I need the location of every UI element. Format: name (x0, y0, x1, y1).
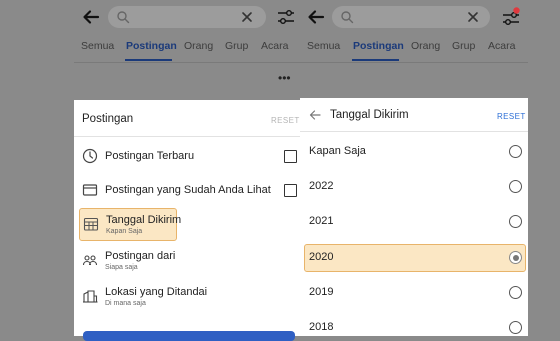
date-option-label: Kapan Saja (309, 145, 366, 157)
search-icon (341, 11, 354, 24)
tabs-divider (300, 62, 528, 63)
building-icon (83, 290, 98, 303)
filter-sliders-icon[interactable] (276, 7, 296, 27)
clock-icon (82, 148, 98, 164)
filter-option-value: Kapan Saja (106, 228, 143, 235)
back-arrow-icon[interactable] (309, 109, 321, 121)
tab-postingan[interactable]: Postingan (126, 40, 177, 52)
tab-grup[interactable]: Grup (452, 40, 475, 52)
filter-option-label: Tanggal Dikirim (106, 214, 182, 226)
people-icon (82, 255, 98, 266)
date-option-2020[interactable]: 2020 (304, 244, 526, 272)
search-input[interactable] (332, 6, 490, 28)
calendar-icon (83, 217, 99, 231)
active-tab-indicator (125, 59, 172, 61)
date-option-label: 2018 (309, 321, 334, 333)
radio-button-selected[interactable] (509, 251, 522, 264)
date-posted-sheet: Tanggal Dikirim RESET Kapan Saja 2022 20… (300, 98, 528, 336)
back-arrow-icon[interactable] (307, 8, 325, 26)
date-option-label: 2019 (309, 286, 334, 298)
filter-sliders-icon[interactable] (501, 7, 521, 27)
radio-button[interactable] (509, 180, 522, 193)
filter-option-label: Postingan Terbaru (105, 150, 195, 162)
filter-option-date-posted[interactable]: Tanggal Dikirim Kapan Saja (79, 208, 181, 241)
date-option-any-time[interactable]: Kapan Saja (300, 139, 528, 165)
reset-button[interactable]: RESET (497, 112, 526, 121)
tab-semua[interactable]: Semua (81, 40, 114, 52)
search-tabs: Semua Postingan Orang Grup Acara (300, 40, 560, 61)
search-tabs: Semua Postingan Orang Grup Acara (0, 40, 300, 61)
radio-button[interactable] (509, 145, 522, 158)
checkbox[interactable] (284, 150, 297, 163)
filter-option-label: Postingan yang Sudah Anda Lihat (105, 184, 271, 196)
tab-orang[interactable]: Orang (411, 40, 440, 52)
active-tab-indicator (352, 59, 399, 61)
filter-option-recent-posts[interactable]: Postingan Terbaru (74, 141, 300, 171)
date-option-label: 2021 (309, 215, 334, 227)
search-icon (117, 11, 130, 24)
filter-option-value: Di mana saja (105, 300, 146, 307)
filter-option-value: Siapa saja (105, 264, 138, 271)
radio-button[interactable] (509, 321, 522, 334)
filter-sheet-title: Postingan (82, 113, 134, 125)
reset-button[interactable]: RESET (271, 116, 300, 125)
date-option-label: 2022 (309, 180, 334, 192)
radio-button[interactable] (509, 215, 522, 228)
filter-option-tagged-location[interactable]: Lokasi yang Ditandai Di mana saja (74, 281, 300, 311)
date-option-2022[interactable]: 2022 (300, 174, 528, 200)
date-option-2021[interactable]: 2021 (300, 209, 528, 235)
date-sheet-header: Tanggal Dikirim RESET (300, 98, 528, 132)
close-icon[interactable] (466, 10, 480, 24)
radio-button[interactable] (509, 286, 522, 299)
tab-orang[interactable]: Orang (184, 40, 213, 52)
checkbox[interactable] (284, 184, 297, 197)
left-search-bar (0, 0, 300, 34)
filter-option-seen-posts[interactable]: Postingan yang Sudah Anda Lihat (74, 175, 300, 205)
right-search-bar (300, 0, 560, 34)
tab-acara[interactable]: Acara (261, 40, 288, 52)
tab-semua[interactable]: Semua (307, 40, 340, 52)
show-results-button[interactable] (83, 331, 295, 341)
back-arrow-icon[interactable] (82, 8, 100, 26)
filter-sheet-header: Postingan RESET (74, 100, 300, 137)
date-option-2018[interactable]: 2018 (300, 315, 528, 341)
right-screen: Semua Postingan Orang Grup Acara Tanggal… (300, 0, 560, 336)
search-input[interactable] (108, 6, 266, 28)
tabs-divider (74, 62, 300, 63)
filter-option-posts-from[interactable]: Postingan dari Siapa saja (74, 245, 300, 275)
more-options-icon[interactable]: ••• (278, 71, 291, 85)
tab-grup[interactable]: Grup (225, 40, 248, 52)
close-icon[interactable] (240, 10, 254, 24)
date-option-label: 2020 (309, 251, 334, 263)
left-screen: Semua Postingan Orang Grup Acara ••• Pos… (0, 0, 300, 341)
browser-window-icon (82, 184, 98, 196)
filter-option-label: Lokasi yang Ditandai (105, 286, 208, 298)
filter-option-label: Postingan dari (105, 250, 176, 262)
date-sheet-title: Tanggal Dikirim (330, 109, 409, 121)
tab-postingan[interactable]: Postingan (353, 40, 404, 52)
date-option-2019[interactable]: 2019 (300, 280, 528, 306)
tab-acara[interactable]: Acara (488, 40, 515, 52)
filter-sheet: Postingan RESET Postingan Terbaru Postin… (74, 100, 300, 341)
